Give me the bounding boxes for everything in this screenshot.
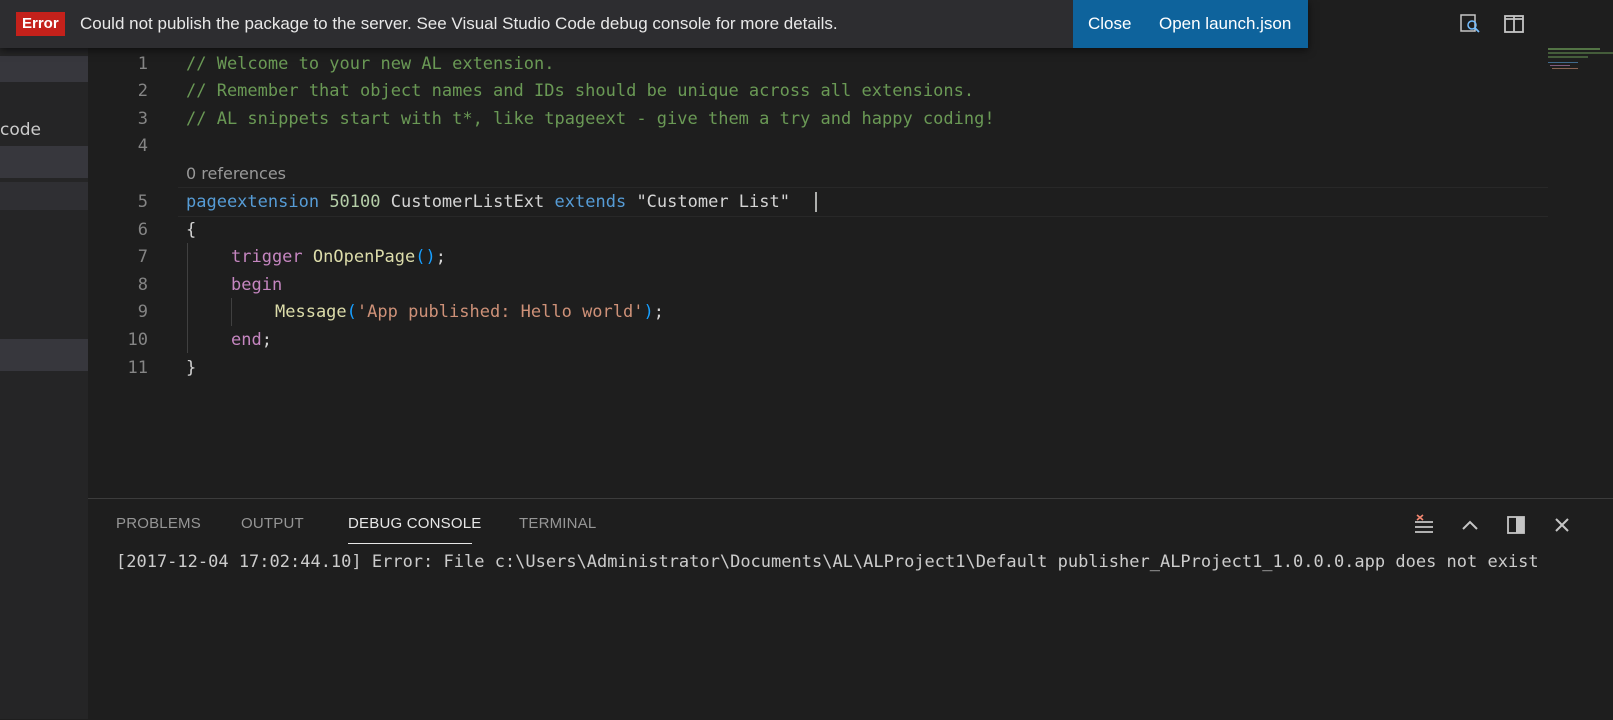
code-line[interactable]: 6 { bbox=[88, 216, 1613, 244]
keyword-token: end bbox=[231, 330, 262, 350]
code-line[interactable]: 3 // AL snippets start with t*, like tpa… bbox=[88, 105, 1613, 133]
tab-output[interactable]: OUTPUT bbox=[241, 515, 304, 532]
error-notification: Error Could not publish the package to t… bbox=[0, 0, 1308, 48]
tab-debug-console[interactable]: DEBUG CONSOLE bbox=[348, 515, 481, 532]
paren-token: ( bbox=[346, 302, 357, 322]
keyword-token: extends bbox=[554, 192, 627, 212]
semicolon-token: ; bbox=[435, 247, 446, 267]
code-text: { bbox=[186, 220, 197, 240]
explorer-sidebar: code bbox=[0, 0, 88, 719]
semicolon-token: ; bbox=[261, 330, 272, 350]
line-number: 2 bbox=[137, 81, 148, 101]
code-editor[interactable]: 1 // Welcome to your new AL extension. 2… bbox=[88, 0, 1613, 498]
indent-guide bbox=[231, 298, 232, 326]
notification-message: Could not publish the package to the ser… bbox=[80, 14, 838, 33]
active-tab-indicator bbox=[348, 543, 472, 544]
minimap[interactable] bbox=[1546, 44, 1613, 84]
open-launch-json-button[interactable]: Open launch.json bbox=[1159, 0, 1291, 48]
code-line[interactable]: 9 Message('App published: Hello world'); bbox=[88, 298, 1613, 326]
error-badge: Error bbox=[16, 12, 65, 36]
indent-guide bbox=[187, 243, 188, 353]
semicolon-token: ; bbox=[653, 302, 664, 322]
sidebar-row[interactable] bbox=[0, 182, 88, 210]
line-number: 5 bbox=[137, 192, 148, 212]
keyword-token: begin bbox=[231, 275, 283, 295]
line-number: 6 bbox=[137, 220, 148, 240]
line-number: 8 bbox=[137, 275, 148, 295]
code-line[interactable]: 8 begin bbox=[88, 271, 1613, 299]
paren-token: ) bbox=[643, 302, 654, 322]
comment-text: // AL snippets start with t*, like tpage… bbox=[186, 109, 995, 129]
tab-terminal[interactable]: TERMINAL bbox=[519, 515, 596, 532]
code-line[interactable]: 1 // Welcome to your new AL extension. bbox=[88, 50, 1613, 78]
code-text: } bbox=[186, 358, 197, 378]
sidebar-row-selected[interactable] bbox=[0, 146, 88, 178]
close-panel-icon[interactable] bbox=[1550, 513, 1574, 537]
code-line[interactable]: 5 pageextension 50100 CustomerListExt ex… bbox=[88, 188, 1613, 216]
number-token: 50100 bbox=[329, 192, 381, 212]
sidebar-row-selected[interactable] bbox=[0, 339, 88, 371]
line-number: 11 bbox=[127, 358, 148, 378]
function-token: OnOpenPage bbox=[312, 247, 416, 267]
keyword-token: pageextension bbox=[186, 192, 320, 212]
code-line[interactable]: 2 // Remember that object names and IDs … bbox=[88, 77, 1613, 105]
identifier-token: CustomerListExt bbox=[390, 192, 545, 212]
open-preview-icon[interactable] bbox=[1456, 10, 1484, 38]
bottom-panel: PROBLEMS OUTPUT DEBUG CONSOLE TERMINAL [… bbox=[88, 498, 1613, 720]
sidebar-row[interactable] bbox=[0, 56, 88, 82]
code-line[interactable]: 4 bbox=[88, 132, 1613, 160]
string-token: "Customer List" bbox=[636, 192, 790, 212]
clear-console-icon[interactable] bbox=[1412, 513, 1436, 537]
code-text: trigger OnOpenPage(); bbox=[231, 243, 446, 271]
comment-text: // Remember that object names and IDs sh… bbox=[186, 81, 975, 101]
text-cursor bbox=[815, 192, 817, 212]
sidebar-item-label[interactable]: code bbox=[0, 120, 88, 140]
line-number: 3 bbox=[137, 109, 148, 129]
code-text: Message('App published: Hello world'); bbox=[275, 298, 664, 326]
maximize-panel-icon[interactable] bbox=[1458, 513, 1482, 537]
string-token: 'App published: Hello world' bbox=[356, 302, 644, 322]
line-number: 4 bbox=[137, 136, 148, 156]
code-line[interactable]: 11 } bbox=[88, 354, 1613, 382]
keyword-token: trigger bbox=[231, 247, 303, 267]
line-number: 9 bbox=[137, 302, 148, 322]
comment-text: // Welcome to your new AL extension. bbox=[186, 54, 555, 74]
close-button[interactable]: Close bbox=[1088, 0, 1131, 48]
code-text: pageextension 50100 CustomerListExt exte… bbox=[186, 188, 790, 216]
line-number: 1 bbox=[137, 54, 148, 74]
codelens-references[interactable]: 0 references bbox=[186, 164, 286, 183]
function-token: Message bbox=[275, 302, 347, 322]
code-line[interactable]: 10 end; bbox=[88, 326, 1613, 354]
split-editor-icon[interactable] bbox=[1500, 10, 1528, 38]
line-number: 7 bbox=[137, 247, 148, 267]
debug-console-output[interactable]: [2017-12-04 17:02:44.10] Error: File c:\… bbox=[116, 549, 1596, 575]
notification-actions: Close Open launch.json bbox=[1073, 0, 1308, 48]
paren-token: () bbox=[415, 247, 436, 267]
code-line[interactable]: 7 trigger OnOpenPage(); bbox=[88, 243, 1613, 271]
toggle-panel-layout-icon[interactable] bbox=[1504, 513, 1528, 537]
tab-problems[interactable]: PROBLEMS bbox=[116, 515, 201, 532]
code-text: end; bbox=[231, 326, 272, 354]
line-number: 10 bbox=[127, 330, 148, 350]
